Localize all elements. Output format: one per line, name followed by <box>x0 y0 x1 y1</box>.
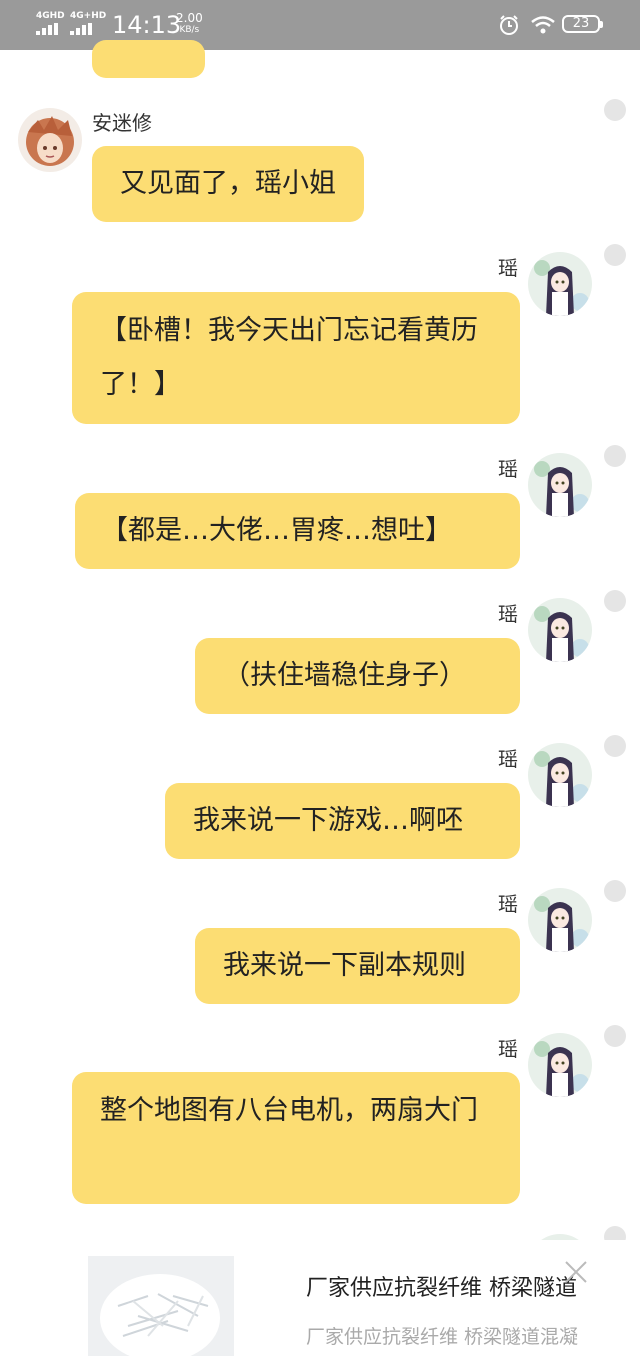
avatar-yao[interactable] <box>528 252 592 316</box>
signal-icon <box>36 23 58 35</box>
sender-name: 瑶 <box>498 892 518 916</box>
sender-name: 安迷修 <box>92 111 152 135</box>
signal-icon <box>70 23 92 35</box>
ad-title[interactable]: 厂家供应抗裂纤维 桥梁隧道 <box>306 1270 577 1302</box>
status-dot <box>604 1025 626 1047</box>
status-dot <box>604 735 626 757</box>
clock: 14:13 <box>112 11 182 39</box>
message-bubble[interactable]: 整个地图有八台电机，两扇大门 <box>72 1072 520 1204</box>
speed-unit: KB/s <box>179 25 200 35</box>
avatar-yao[interactable] <box>528 743 592 807</box>
status-dot <box>604 880 626 902</box>
message-bubble[interactable]: 我来说一下游戏…啊呸 <box>165 783 520 859</box>
ad-product-image[interactable] <box>88 1256 234 1356</box>
avatar-yao[interactable] <box>528 453 592 517</box>
network-speed: 2.00 KB/s <box>176 12 203 36</box>
status-dot <box>604 99 626 121</box>
ad-banner[interactable]: 厂家供应抗裂纤维 桥梁隧道 厂家供应抗裂纤维 桥梁隧道混凝 <box>0 1240 640 1356</box>
network-type-1: 4GHD <box>36 11 65 21</box>
wifi-icon <box>531 16 555 34</box>
avatar-yao[interactable] <box>528 888 592 952</box>
avatar-anmixiu[interactable] <box>18 108 82 172</box>
status-dot <box>604 445 626 467</box>
message-bubble-partial[interactable] <box>92 40 205 78</box>
speed-value: 2.00 <box>176 11 203 25</box>
message-bubble[interactable]: （扶住墙稳住身子） <box>195 638 520 714</box>
status-dot <box>604 244 626 266</box>
avatar-yao[interactable] <box>528 598 592 662</box>
message-bubble[interactable]: 又见面了，瑶小姐 <box>92 146 364 222</box>
sender-name: 瑶 <box>498 256 518 280</box>
alarm-icon <box>500 15 518 35</box>
message-bubble[interactable]: 【都是…大佬…胃疼…想吐】 <box>75 493 520 569</box>
sender-name: 瑶 <box>498 747 518 771</box>
battery-indicator: 23 <box>562 15 603 33</box>
message-bubble[interactable]: 我来说一下副本规则 <box>195 928 520 1004</box>
ad-subtitle[interactable]: 厂家供应抗裂纤维 桥梁隧道混凝 <box>306 1322 578 1349</box>
sender-name: 瑶 <box>498 1037 518 1061</box>
status-dot <box>604 590 626 612</box>
close-icon[interactable] <box>562 1258 590 1286</box>
sender-name: 瑶 <box>498 602 518 626</box>
message-bubble[interactable]: 【卧槽！我今天出门忘记看黄历了！】 <box>72 292 520 424</box>
avatar-yao[interactable] <box>528 1033 592 1097</box>
network-type-2: 4G+HD <box>70 11 107 21</box>
sender-name: 瑶 <box>498 457 518 481</box>
